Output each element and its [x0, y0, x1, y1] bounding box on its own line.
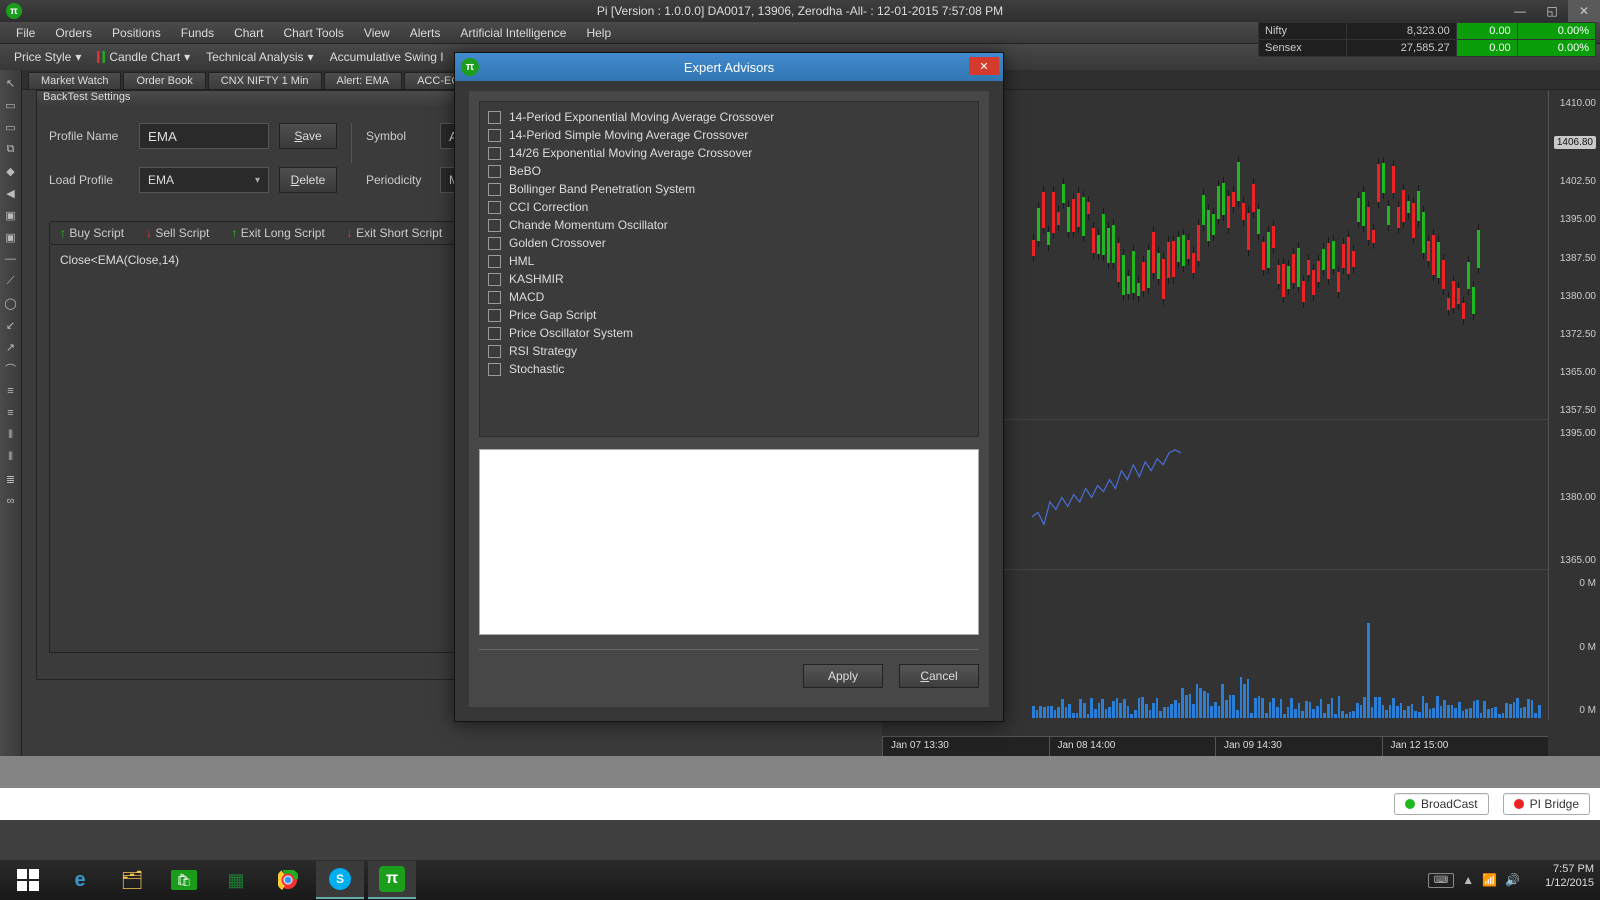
excel-icon[interactable]: ▦: [212, 861, 260, 899]
advisor-list[interactable]: 14-Period Exponential Moving Average Cro…: [479, 101, 979, 437]
advisor-label: Price Oscillator System: [509, 326, 633, 340]
red-dot-icon: [1514, 799, 1524, 809]
advisor-label: HML: [509, 254, 534, 268]
explorer-icon[interactable]: 🗂: [108, 861, 156, 899]
advisor-item[interactable]: MACD: [486, 288, 972, 306]
volume-icon[interactable]: 🔊: [1505, 873, 1520, 887]
advisor-label: CCI Correction: [509, 200, 588, 214]
advisor-item[interactable]: 14-Period Exponential Moving Average Cro…: [486, 108, 972, 126]
advisor-item[interactable]: KASHMIR: [486, 270, 972, 288]
advisor-item[interactable]: 14-Period Simple Moving Average Crossove…: [486, 126, 972, 144]
store-icon[interactable]: 🛍: [160, 861, 208, 899]
taskbar-clock[interactable]: 7:57 PM 1/12/2015: [1545, 862, 1594, 890]
advisor-checkbox[interactable]: [488, 237, 501, 250]
advisor-label: 14-Period Simple Moving Average Crossove…: [509, 128, 748, 142]
advisor-item[interactable]: Price Gap Script: [486, 306, 972, 324]
advisor-label: RSI Strategy: [509, 344, 577, 358]
pi-app-icon[interactable]: π: [368, 861, 416, 899]
advisor-checkbox[interactable]: [488, 111, 501, 124]
advisor-checkbox[interactable]: [488, 345, 501, 358]
pi-bridge-status[interactable]: PI Bridge: [1503, 793, 1590, 815]
advisor-checkbox[interactable]: [488, 309, 501, 322]
dialog-close-button[interactable]: ✕: [969, 57, 999, 75]
advisor-checkbox[interactable]: [488, 183, 501, 196]
advisor-checkbox[interactable]: [488, 255, 501, 268]
tray-up-icon[interactable]: ▲: [1462, 873, 1474, 887]
start-button[interactable]: [4, 861, 52, 899]
windows-taskbar[interactable]: e 🗂 🛍 ▦ S π ⌨ ▲ 📶 🔊 7:57 PM 1/12/2015: [0, 860, 1600, 900]
wifi-icon[interactable]: 📶: [1482, 873, 1497, 887]
keyboard-icon[interactable]: ⌨: [1428, 873, 1454, 888]
advisor-item[interactable]: Chande Momentum Oscillator: [486, 216, 972, 234]
skype-icon[interactable]: S: [316, 861, 364, 899]
advisor-item[interactable]: HML: [486, 252, 972, 270]
gray-strip: [0, 820, 1600, 860]
advisor-checkbox[interactable]: [488, 147, 501, 160]
apply-button[interactable]: Apply: [803, 664, 883, 688]
advisor-label: Chande Momentum Oscillator: [509, 218, 668, 232]
advisor-label: 14/26 Exponential Moving Average Crossov…: [509, 146, 752, 160]
advisor-checkbox[interactable]: [488, 165, 501, 178]
green-dot-icon: [1405, 799, 1415, 809]
advisor-checkbox[interactable]: [488, 219, 501, 232]
status-bar: BroadCast PI Bridge: [0, 788, 1600, 820]
advisor-item[interactable]: Price Oscillator System: [486, 324, 972, 342]
expert-advisors-dialog: π Expert Advisors ✕ 14-Period Exponentia…: [454, 52, 1004, 722]
advisor-label: Golden Crossover: [509, 236, 606, 250]
advisor-item[interactable]: RSI Strategy: [486, 342, 972, 360]
advisor-item[interactable]: 14/26 Exponential Moving Average Crossov…: [486, 144, 972, 162]
advisor-item[interactable]: Golden Crossover: [486, 234, 972, 252]
advisor-checkbox[interactable]: [488, 129, 501, 142]
advisor-label: KASHMIR: [509, 272, 564, 286]
dialog-title: Expert Advisors: [455, 60, 1003, 75]
system-tray[interactable]: ⌨ ▲ 📶 🔊: [1428, 860, 1520, 900]
advisor-checkbox[interactable]: [488, 201, 501, 214]
chrome-icon[interactable]: [264, 861, 312, 899]
advisor-label: BeBO: [509, 164, 541, 178]
advisor-checkbox[interactable]: [488, 363, 501, 376]
advisor-checkbox[interactable]: [488, 273, 501, 286]
advisor-checkbox[interactable]: [488, 291, 501, 304]
advisor-label: MACD: [509, 290, 544, 304]
cancel-button[interactable]: Cancel: [899, 664, 979, 688]
advisor-item[interactable]: BeBO: [486, 162, 972, 180]
advisor-label: Stochastic: [509, 362, 564, 376]
advisor-item[interactable]: CCI Correction: [486, 198, 972, 216]
advisor-item[interactable]: Bollinger Band Penetration System: [486, 180, 972, 198]
advisor-label: Price Gap Script: [509, 308, 596, 322]
scroll-gutter: [0, 756, 1600, 788]
ie-icon[interactable]: e: [56, 861, 104, 899]
broadcast-status[interactable]: BroadCast: [1394, 793, 1489, 815]
advisor-label: Bollinger Band Penetration System: [509, 182, 695, 196]
advisor-label: 14-Period Exponential Moving Average Cro…: [509, 110, 774, 124]
advisor-item[interactable]: Stochastic: [486, 360, 972, 378]
advisor-checkbox[interactable]: [488, 327, 501, 340]
advisor-preview: [479, 449, 979, 635]
